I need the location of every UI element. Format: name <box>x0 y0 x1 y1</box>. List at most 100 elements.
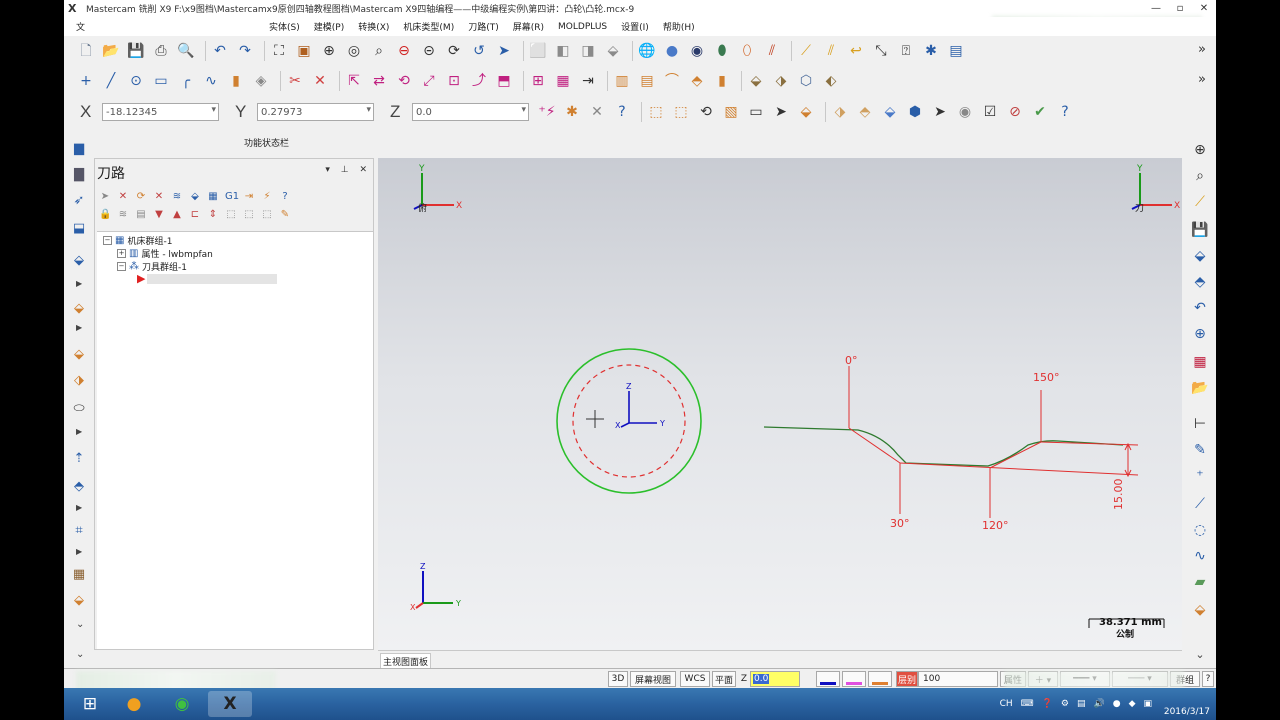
show-ops-icon[interactable]: ⬚ <box>225 209 237 220</box>
extrude-icon[interactable]: ▥ <box>612 71 632 91</box>
close-button[interactable]: ✕ <box>1192 0 1216 17</box>
select-chain-icon[interactable]: ⬚ <box>646 102 666 122</box>
globe-icon[interactable]: 🌐 <box>637 41 657 61</box>
line-lightning-icon[interactable]: ⟋ <box>1190 494 1210 514</box>
menu-xform[interactable]: 转换(X) <box>358 20 389 33</box>
stock-icon[interactable]: ⬙ <box>70 251 88 269</box>
scroll-icon[interactable]: ⇕ <box>207 209 219 220</box>
scroll-down-icon[interactable]: ⌄ <box>76 619 84 630</box>
expand-arrow-icon[interactable]: ▶ <box>76 279 82 288</box>
lock-icon[interactable]: 🔒 <box>99 209 111 220</box>
offset-icon[interactable]: ⊡ <box>444 71 464 91</box>
layer-button[interactable]: 层别 <box>896 671 918 687</box>
menu-toolpaths[interactable]: 刀路(T) <box>468 20 499 33</box>
undo-right-icon[interactable]: ↶ <box>1190 298 1210 318</box>
edge-select-icon[interactable]: ⬙ <box>880 102 900 122</box>
create-line-icon[interactable]: ╱ <box>101 71 121 91</box>
move-down-icon[interactable]: ▼ <box>153 209 165 220</box>
regen-icon[interactable]: ⟳ <box>135 191 147 202</box>
box-open-icon[interactable]: ⬗ <box>70 371 88 389</box>
face-select-icon[interactable]: ⬗ <box>830 102 850 122</box>
shaded-edges-icon[interactable]: ⬮ <box>712 41 732 61</box>
autocursor-icon[interactable]: ⁺⚡ <box>537 102 557 122</box>
redo-icon[interactable]: ↷ <box>235 41 255 61</box>
mirror-icon[interactable]: ⇄ <box>369 71 389 91</box>
verify-select-icon[interactable]: ⬢ <box>905 102 925 122</box>
tray-icon[interactable]: ● <box>1113 699 1121 709</box>
analyze-icon[interactable]: ⤡ <box>871 41 891 61</box>
regen-dirty-icon[interactable]: ✕ <box>153 191 165 202</box>
tray-icon[interactable]: ⚙ <box>1061 699 1069 709</box>
window-select-icon[interactable]: ▭ <box>746 102 766 122</box>
show-select-icon[interactable]: ⬚ <box>243 209 255 220</box>
post-icon[interactable]: G1 <box>225 191 239 202</box>
config-icon[interactable]: ▤ <box>946 41 966 61</box>
wcs-button[interactable]: WCS <box>680 671 710 687</box>
toolpath-manager-icon[interactable]: ▆ <box>70 139 88 157</box>
deselect-icon[interactable]: ✕ <box>117 191 129 202</box>
zoom-in-icon[interactable]: ⊕ <box>1190 140 1210 160</box>
folder-right-icon[interactable]: 📂 <box>1190 378 1210 398</box>
view-arrow-icon[interactable]: ➤ <box>494 41 514 61</box>
surface-extend-icon[interactable]: ⬖ <box>821 71 841 91</box>
verify-icon[interactable]: ⬙ <box>189 191 201 202</box>
circle-icon[interactable]: ⊙ <box>126 71 146 91</box>
cursor-select-icon[interactable]: ➤ <box>930 102 950 122</box>
zoom-window-icon[interactable]: ⊕ <box>319 41 339 61</box>
top-view-icon[interactable]: ⬜ <box>528 41 548 61</box>
open-folder-icon[interactable]: 📂 <box>101 41 121 61</box>
save-right-icon[interactable]: 💾 <box>1190 220 1210 240</box>
menu-settings[interactable]: 设置(I) <box>621 20 649 33</box>
ok-icon[interactable]: ✔ <box>1030 102 1050 122</box>
settings-icon[interactable]: ✱ <box>921 41 941 61</box>
tray-icon[interactable]: ▣ <box>1143 699 1152 709</box>
scroll-down-icon[interactable]: ⌄ <box>76 649 84 660</box>
screen-view-button[interactable]: 屏幕视图 <box>630 671 676 687</box>
translate-icon[interactable]: ⇱ <box>344 71 364 91</box>
spline-icon[interactable]: ∿ <box>201 71 221 91</box>
dimension-icon[interactable]: ⊢ <box>1190 414 1210 434</box>
move-icon[interactable]: ⬘ <box>70 477 88 495</box>
rotate-xform-icon[interactable]: ⟲ <box>394 71 414 91</box>
network-icon[interactable]: ▤ <box>1077 699 1086 709</box>
package-icon[interactable]: ⬙ <box>70 591 88 609</box>
crate-icon[interactable]: ▦ <box>70 565 88 583</box>
pencil-icon[interactable]: ✎ <box>1190 440 1210 460</box>
box-right-icon[interactable]: ⬙ <box>1190 600 1210 620</box>
color-grid-icon[interactable]: ▦ <box>1190 352 1210 372</box>
start-button-icon[interactable]: ⊞ <box>68 691 112 717</box>
clock-date[interactable]: 2016/3/17 <box>1164 707 1210 717</box>
wireframe-icon[interactable]: ⬯ <box>737 41 757 61</box>
language-indicator[interactable]: CH <box>1000 699 1013 709</box>
side-view-icon[interactable]: ◨ <box>578 41 598 61</box>
expand-arrow-icon[interactable]: ▶ <box>76 323 82 332</box>
move-up-icon[interactable]: ▲ <box>171 209 183 220</box>
x-coordinate-field[interactable]: -18.12345 <box>102 103 219 121</box>
trim-icon[interactable]: ✂ <box>285 71 305 91</box>
array-icon[interactable]: ⊞ <box>528 71 548 91</box>
repaint-icon[interactable]: ▣ <box>294 41 314 61</box>
quick-mask-icon[interactable]: ◉ <box>955 102 975 122</box>
color-button[interactable] <box>816 671 840 687</box>
sweep-icon[interactable]: ⌒ <box>662 71 682 91</box>
toggle-display-icon[interactable]: ≋ <box>117 209 129 220</box>
layers-icon[interactable]: ⬙ <box>1190 246 1210 266</box>
plane-button[interactable]: 平面 <box>712 671 736 687</box>
levels-manager-icon[interactable]: ⬓ <box>70 219 88 237</box>
revolve-icon[interactable]: ▤ <box>637 71 657 91</box>
undo-delete-icon[interactable]: ↩ <box>846 41 866 61</box>
save-icon[interactable]: 💾 <box>126 41 146 61</box>
z-depth-field[interactable]: 0.0 <box>750 671 800 687</box>
menu-machine-type[interactable]: 机床类型(M) <box>403 20 454 33</box>
select-cycle-icon[interactable]: ⟲ <box>696 102 716 122</box>
unzoom-icon[interactable]: ⊖ <box>394 41 414 61</box>
rotate-icon[interactable]: ↺ <box>469 41 489 61</box>
stock-model-icon[interactable]: ⬙ <box>70 299 88 317</box>
select-all-icon[interactable]: ▧ <box>721 102 741 122</box>
menu-file[interactable]: 文 <box>76 20 85 33</box>
help-icon[interactable]: ? <box>612 102 632 122</box>
lightning-icon[interactable]: ⚡ <box>261 191 273 202</box>
menu-model[interactable]: 建模(P) <box>314 20 344 33</box>
scale-icon[interactable]: ⤢ <box>419 71 439 91</box>
panel-controls[interactable]: ▾ ⊥ ✕ <box>325 165 371 175</box>
